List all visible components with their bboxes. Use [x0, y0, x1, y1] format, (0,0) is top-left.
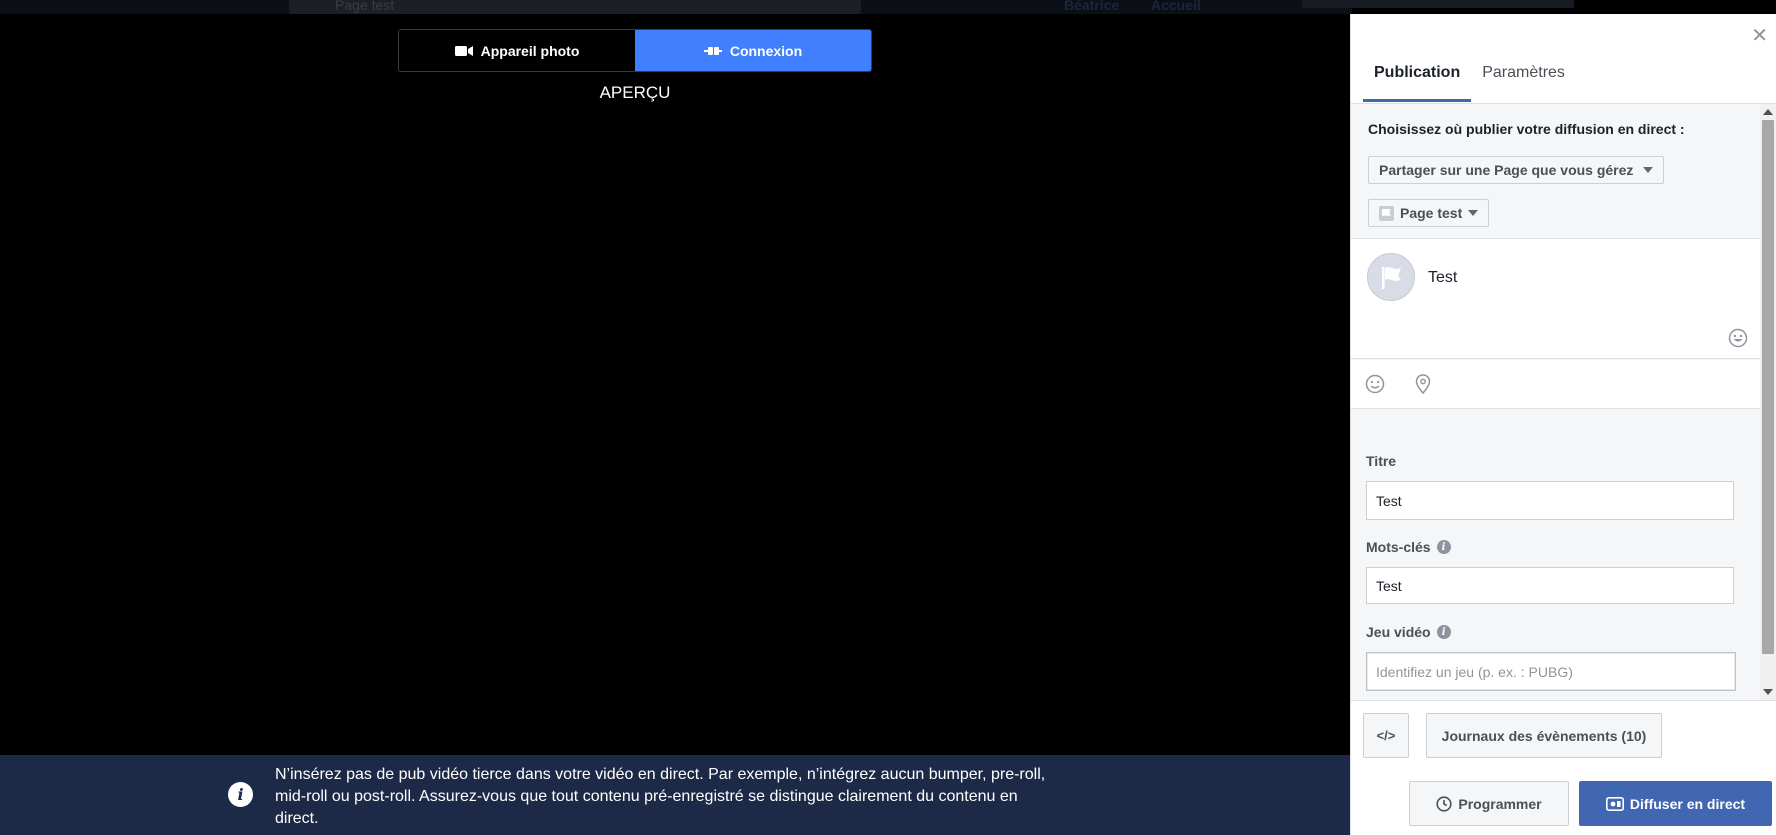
- scroll-thumb[interactable]: [1762, 120, 1774, 654]
- connect-source-label: Connexion: [729, 42, 803, 59]
- post-composer[interactable]: Test: [1351, 238, 1761, 359]
- schedule-label: Programmer: [1458, 795, 1542, 812]
- close-icon[interactable]: ✕: [1751, 26, 1768, 46]
- game-info-icon[interactable]: i: [1436, 625, 1451, 639]
- keywords-info-icon[interactable]: i: [1436, 540, 1451, 554]
- share-destination-dropdown[interactable]: Partager sur une Page que vous gérez: [1368, 156, 1665, 184]
- keywords-label-text: Mots-clés: [1366, 539, 1431, 555]
- plug-connect-icon: [703, 46, 722, 55]
- connect-source-button[interactable]: Connexion: [635, 30, 871, 71]
- share-destination-label: Partager sur une Page que vous gérez: [1379, 162, 1634, 178]
- source-toggle: Appareil photo Connexion: [398, 29, 872, 72]
- page-flag-icon: [1379, 205, 1394, 221]
- keywords-input[interactable]: Test: [1366, 567, 1734, 604]
- panel-tabs: Publication Paramètres: [1363, 62, 1576, 102]
- background-search-bar: Page test: [289, 0, 861, 14]
- page-avatar: [1367, 253, 1415, 301]
- emoji-icon[interactable]: [1365, 374, 1385, 394]
- chevron-down-icon: [1643, 167, 1654, 173]
- schedule-button[interactable]: Programmer: [1409, 781, 1569, 826]
- event-log-button[interactable]: Journaux des évènements (10): [1426, 713, 1662, 758]
- video-camera-icon: [454, 45, 473, 56]
- camera-source-label: Appareil photo: [480, 42, 580, 59]
- title-label-text: Titre: [1366, 453, 1397, 469]
- publish-destination-prompt: Choisissez où publier votre diffusion en…: [1368, 121, 1685, 137]
- warning-banner: i N’insérez pas de pub vidéo tierce dans…: [0, 755, 1352, 835]
- live-video-icon: [1605, 796, 1624, 811]
- camera-source-button[interactable]: Appareil photo: [399, 30, 635, 71]
- scroll-up-arrow-icon[interactable]: [1763, 109, 1773, 115]
- title-input[interactable]: Test: [1366, 481, 1734, 520]
- emoji-picker-icon[interactable]: [1728, 328, 1748, 348]
- footer-divider: [1351, 700, 1776, 701]
- preview-label: APERÇU: [599, 83, 671, 102]
- background-header-right: [1302, 0, 1574, 8]
- game-field-label: Jeu vidéo i: [1366, 624, 1451, 640]
- page-select-label: Page test: [1400, 205, 1463, 221]
- clock-icon: [1436, 795, 1452, 812]
- flag-icon: [1382, 267, 1401, 289]
- live-settings-panel: ✕ Publication Paramètres Choisissez où p…: [1350, 14, 1776, 835]
- chevron-down-icon: [1468, 210, 1479, 216]
- go-live-label: Diffuser en direct: [1629, 795, 1746, 812]
- composer-tools: [1351, 360, 1761, 409]
- background-search-text: Page test: [335, 0, 395, 13]
- location-pin-icon[interactable]: [1415, 374, 1431, 394]
- tab-parametres[interactable]: Paramètres: [1471, 62, 1576, 102]
- game-input[interactable]: Identifiez un jeu (p. ex. : PUBG): [1366, 652, 1736, 691]
- go-live-button[interactable]: Diffuser en direct: [1579, 781, 1772, 826]
- scroll-down-arrow-icon[interactable]: [1763, 689, 1773, 695]
- page-select-dropdown[interactable]: Page test: [1368, 199, 1490, 227]
- composer-text[interactable]: Test: [1428, 269, 1457, 287]
- info-icon: i: [228, 782, 253, 807]
- panel-scrollbar[interactable]: [1760, 104, 1776, 700]
- background-nav-profile: Béatrice: [1064, 0, 1120, 13]
- publication-scroll-area: Choisissez où publier votre diffusion en…: [1351, 104, 1761, 700]
- embed-code-button[interactable]: </>: [1363, 713, 1409, 758]
- game-label-text: Jeu vidéo: [1366, 624, 1431, 640]
- background-nav-home: Accueil: [1151, 0, 1201, 13]
- warning-banner-text: N’insérez pas de pub vidéo tierce dans v…: [275, 766, 1046, 827]
- title-field-label: Titre: [1366, 453, 1396, 469]
- keywords-field-label: Mots-clés i: [1366, 539, 1451, 555]
- tab-publication[interactable]: Publication: [1363, 62, 1472, 102]
